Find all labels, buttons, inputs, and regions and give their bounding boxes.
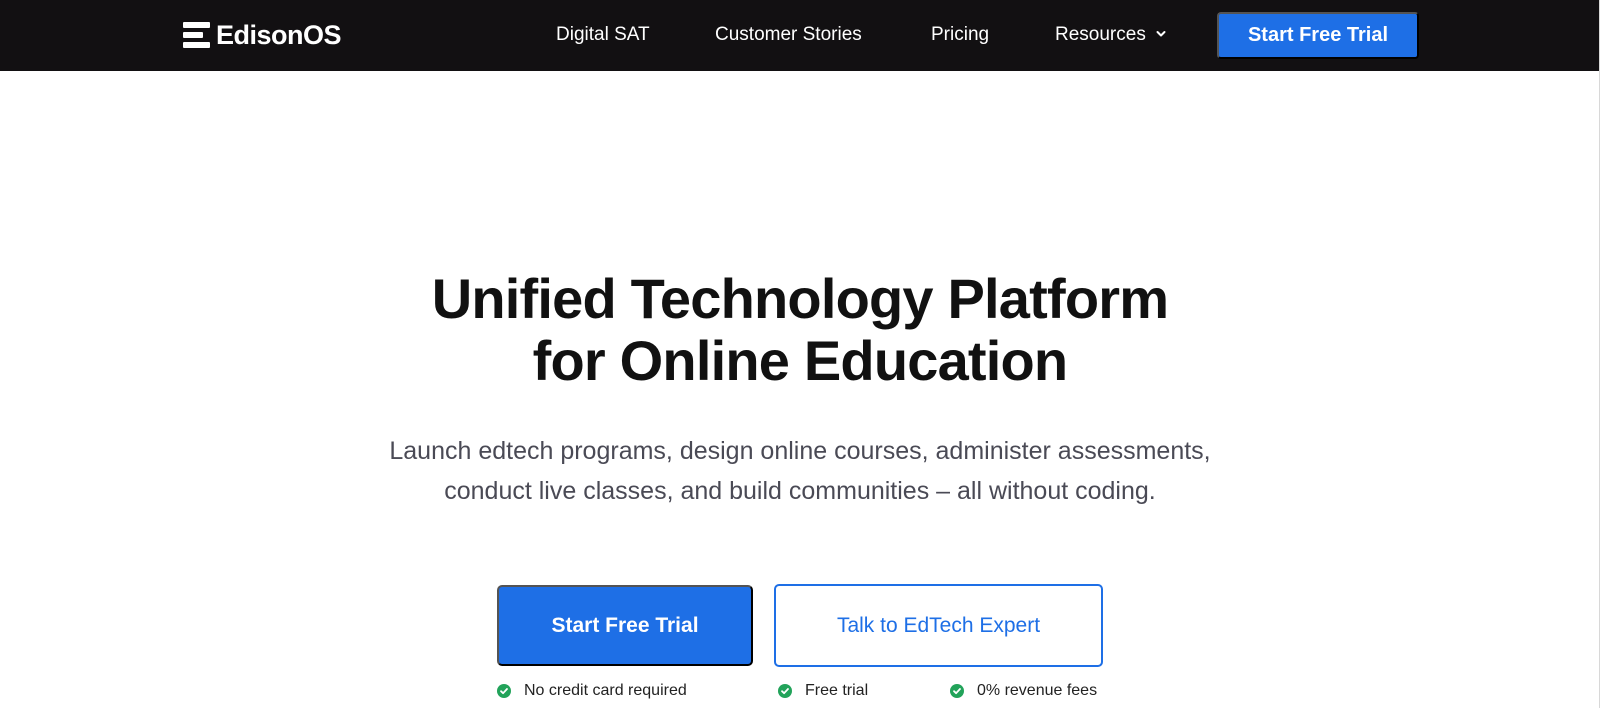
- feature-label: 0% revenue fees: [977, 682, 1098, 699]
- check-circle-icon: [778, 684, 792, 698]
- feature-label: Free trial: [805, 682, 869, 699]
- nav-link-digital-sat[interactable]: Digital SAT: [556, 23, 650, 47]
- hero-subtitle-line-2: conduct live classes, and build communit…: [444, 477, 1156, 505]
- nav-resources-dropdown[interactable]: Resources: [1055, 23, 1166, 47]
- nav-link-customer-stories[interactable]: Customer Stories: [715, 23, 862, 47]
- hero-subtitle-line-1: Launch edtech programs, design online co…: [389, 437, 1211, 465]
- feature-label: No credit card required: [524, 682, 687, 699]
- logo[interactable]: EdisonOS: [183, 19, 342, 50]
- chevron-down-icon: [1156, 31, 1166, 37]
- feature-revenue-fees: 0% revenue fees: [950, 682, 1097, 700]
- hero-title: Unified Technology Platform for Online E…: [0, 268, 1600, 392]
- feature-no-credit-card: No credit card required: [497, 682, 687, 700]
- logo-text: EdisonOS: [216, 19, 342, 50]
- hero-title-line-2: for Online Education: [532, 329, 1068, 392]
- top-navbar: EdisonOS Digital SAT Customer Stories Pr…: [0, 0, 1600, 71]
- check-circle-icon: [497, 684, 511, 698]
- check-circle-icon: [950, 684, 964, 698]
- hero-subtitle: Launch edtech programs, design online co…: [0, 431, 1600, 511]
- nav-link-pricing[interactable]: Pricing: [931, 23, 989, 47]
- start-free-trial-button[interactable]: Start Free Trial: [497, 585, 753, 666]
- logo-mark-icon: [183, 22, 210, 48]
- talk-to-expert-button[interactable]: Talk to EdTech Expert: [774, 584, 1103, 667]
- feature-free-trial: Free trial: [778, 682, 868, 700]
- nav-resources-label: Resources: [1055, 24, 1146, 45]
- nav-start-free-trial-button[interactable]: Start Free Trial: [1217, 12, 1419, 59]
- hero-title-line-1: Unified Technology Platform: [431, 267, 1169, 330]
